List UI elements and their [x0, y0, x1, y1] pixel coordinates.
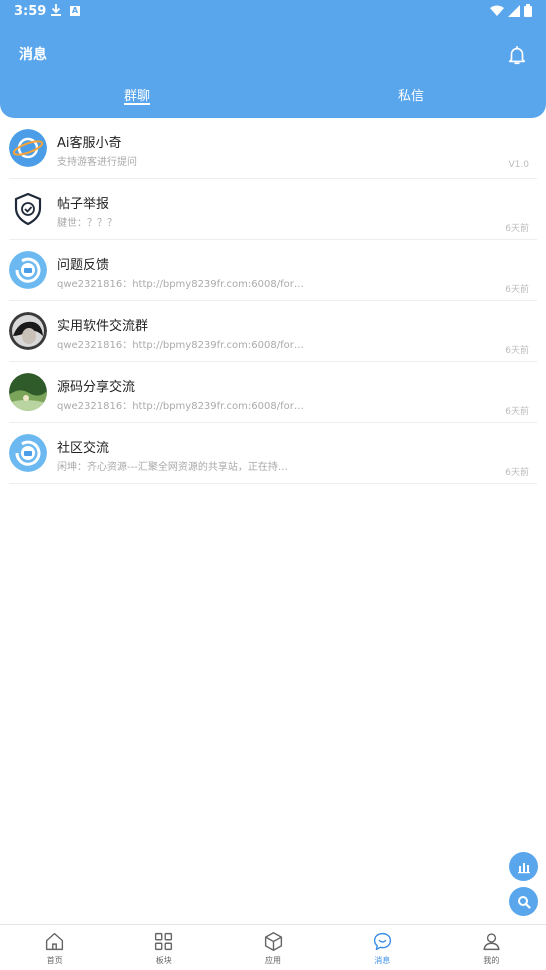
conversation-preview: 闲坤：齐心资源---汇聚全网资源的共享站，正在持…: [57, 462, 288, 473]
search-icon: [517, 895, 531, 909]
top-header: 3:59 A 消息 群聊 私信: [0, 0, 546, 118]
search-button[interactable]: [509, 887, 538, 916]
nav-label: 板块: [155, 956, 172, 965]
conversation-preview: 腱世：？？？: [57, 218, 117, 229]
conversation-preview: qwe2321816：http://bpmy8239fr.com:6008/fo…: [57, 401, 304, 412]
wifi-icon: [490, 5, 504, 16]
conversation-item[interactable]: 源码分享交流 qwe2321816：http://bpmy8239fr.com:…: [0, 362, 546, 423]
nav-label: 消息: [374, 956, 391, 965]
status-bar: 3:59 A: [0, 0, 546, 24]
nav-profile[interactable]: 我的: [437, 925, 546, 970]
conversation-preview: qwe2321816：http://bpmy8239fr.com:6008/fo…: [57, 279, 304, 290]
conversation-item[interactable]: Ai客服小奇 支持游客进行提问 V1.0: [0, 118, 546, 179]
status-icons: [490, 4, 532, 17]
person-icon: [483, 933, 500, 951]
tab-active-indicator: [124, 103, 150, 105]
status-time: 3:59: [14, 4, 47, 19]
home-icon: [46, 932, 64, 951]
conversation-preview: qwe2321816：http://bpmy8239fr.com:6008/fo…: [57, 340, 304, 351]
nav-label: 应用: [265, 956, 281, 965]
conversation-time: 6天前: [505, 468, 529, 478]
bell-icon[interactable]: [506, 44, 528, 66]
chat-icon: [373, 932, 391, 951]
grid-icon: [155, 932, 173, 951]
nav-home[interactable]: 首页: [0, 925, 109, 970]
conversation-list: Ai客服小奇 支持游客进行提问 V1.0 帖子举报 腱世：？？？ 6天前 问题反…: [0, 118, 546, 484]
conversation-time: V1.0: [508, 160, 529, 170]
landscape-avatar: [9, 373, 47, 411]
shield-avatar: [9, 190, 47, 228]
qi-logo-avatar: [9, 251, 47, 289]
conversation-preview: 支持游客进行提问: [57, 157, 137, 168]
conversation-name: Ai客服小奇: [57, 136, 122, 151]
nav-apps[interactable]: 应用: [218, 925, 327, 970]
conversation-time: 6天前: [505, 285, 529, 295]
conversation-time: 6天前: [505, 224, 529, 234]
battery-icon: [524, 4, 532, 17]
conversation-name: 帖子举报: [57, 197, 110, 212]
nav-label: 首页: [46, 956, 63, 965]
divider: [9, 483, 537, 484]
conversation-item[interactable]: 帖子举报 腱世：？？？ 6天前: [0, 179, 546, 240]
signal-icon: [508, 4, 520, 17]
conversation-name: 实用软件交流群: [57, 319, 149, 334]
tab-private-message[interactable]: 私信: [398, 85, 424, 104]
tab-group-chat[interactable]: 群聊: [124, 85, 150, 104]
bar-chart-icon: [517, 862, 530, 873]
conversation-item[interactable]: 社区交流 闲坤：齐心资源---汇聚全网资源的共享站，正在持… 6天前: [0, 423, 546, 484]
box-icon: [264, 932, 282, 951]
nav-messages[interactable]: 消息: [328, 925, 437, 970]
conversation-name: 源码分享交流: [57, 380, 136, 395]
photo-avatar: [9, 312, 47, 350]
page-title: 消息: [19, 47, 47, 63]
nav-label: 我的: [483, 956, 500, 965]
ai-bot-avatar: [9, 129, 47, 167]
conversation-item[interactable]: 实用软件交流群 qwe2321816：http://bpmy8239fr.com…: [0, 301, 546, 362]
stats-button[interactable]: [509, 852, 538, 881]
notification-badge-icon: A: [70, 6, 80, 16]
download-icon: [51, 4, 61, 16]
bottom-nav: 首页 板块 应用 消息 我的: [0, 924, 546, 970]
conversation-item[interactable]: 问题反馈 qwe2321816：http://bpmy8239fr.com:60…: [0, 240, 546, 301]
conversation-time: 6天前: [505, 407, 529, 417]
conversation-name: 问题反馈: [57, 258, 110, 273]
conversation-name: 社区交流: [57, 441, 110, 456]
qi-logo-avatar: [9, 434, 47, 472]
nav-sections[interactable]: 板块: [109, 925, 218, 970]
conversation-time: 6天前: [505, 346, 529, 356]
